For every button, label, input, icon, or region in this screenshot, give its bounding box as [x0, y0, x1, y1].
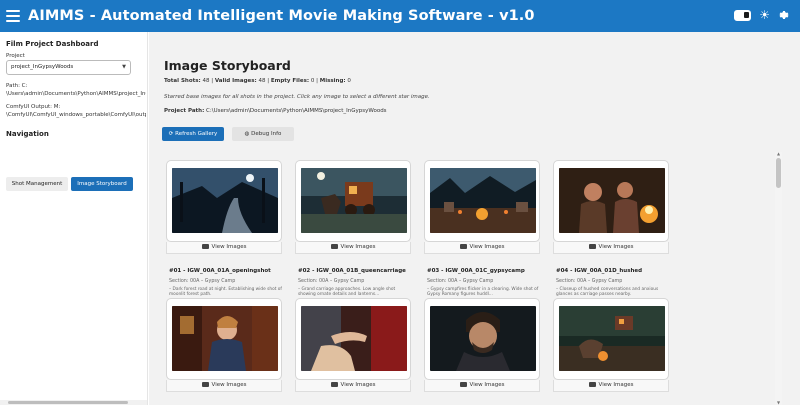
dashboard-title: Film Project Dashboard	[6, 40, 99, 48]
sidebar: Film Project Dashboard Project project_I…	[0, 32, 148, 405]
storyboard-hint: Starred base images for all shots in the…	[164, 94, 430, 100]
view-images-button[interactable]: View Images	[424, 380, 540, 392]
page-title: Image Storyboard	[164, 58, 291, 73]
shot-label: #01 - IGW_00A_01A_openingshot	[169, 268, 271, 274]
camera-icon	[459, 243, 467, 249]
sun-icon[interactable]: ☀	[759, 9, 770, 21]
view-images-button[interactable]: View Images	[553, 242, 669, 254]
project-select[interactable]: project_InGypsyWoods ▼	[6, 60, 131, 75]
main-content: Image Storyboard Total Shots: 48 | Valid…	[149, 32, 800, 405]
shot-management-button[interactable]: Shot Management	[6, 177, 68, 191]
shot-card-01[interactable]	[166, 160, 282, 242]
app-title: AIMMS - Automated Intelligent Movie Maki…	[28, 8, 535, 24]
view-images-button[interactable]: View Images	[424, 242, 540, 254]
shot-description: moonlit forest path.	[169, 292, 212, 297]
shot-thumbnail-carriage-with-horses[interactable]	[301, 168, 407, 233]
shot-description: Gypsy Romany figures huddl...	[427, 292, 493, 297]
chevron-down-icon: ▼	[122, 64, 126, 70]
camera-icon	[459, 381, 467, 387]
hamburger-icon[interactable]	[6, 10, 20, 22]
shot-thumbnail-hand-reaching-curtain[interactable]	[301, 306, 407, 371]
refresh-gallery-button[interactable]: ⟳ Refresh Gallery	[162, 127, 224, 141]
shot-card-07[interactable]	[424, 298, 540, 380]
project-label: Project	[6, 53, 25, 59]
shot-description: glances as carriage passes nearby.	[556, 292, 632, 297]
shot-label: #03 - IGW_00A_01C_gypsycamp	[427, 268, 525, 274]
shot-section: Section: 00A – Gypsy Camp	[556, 279, 623, 284]
shot-thumbnail-moonlit-forest-road[interactable]	[172, 168, 278, 233]
storyboard-stats: Total Shots: 48 | Valid Images: 48 | Emp…	[164, 78, 351, 84]
view-images-button[interactable]: View Images	[166, 380, 282, 392]
view-images-button[interactable]: View Images	[295, 242, 411, 254]
comfy-output-value: \ComfyUI\ComfyUI_windows_portable\ComfyU…	[6, 112, 146, 118]
app-bar: AIMMS - Automated Intelligent Movie Maki…	[0, 0, 800, 32]
debug-icon: ◍	[244, 131, 250, 137]
image-storyboard-button[interactable]: Image Storyboard	[71, 177, 133, 191]
shot-section: Section: 00A – Gypsy Camp	[298, 279, 365, 284]
navigation-title: Navigation	[6, 130, 49, 138]
camera-icon	[201, 381, 209, 387]
shot-label: #04 - IGW_00A_01D_hushed	[556, 268, 643, 274]
gallery-vertical-scrollbar[interactable]: ▲ ▼	[775, 152, 782, 405]
path-value: \Users\admin\Documents\Python\AIMMS\proj…	[6, 91, 146, 97]
debug-info-button[interactable]: ◍ Debug Info	[232, 127, 294, 141]
project-path: Project Path: C:\Users\admin\Documents\P…	[164, 108, 387, 114]
camera-icon	[330, 381, 338, 387]
camera-icon	[588, 243, 596, 249]
shot-card-05[interactable]	[166, 298, 282, 380]
shot-thumbnail-gypsy-campfire-clearing[interactable]	[430, 168, 536, 233]
project-select-value: project_InGypsyWoods	[11, 64, 74, 70]
view-images-button[interactable]: View Images	[553, 380, 669, 392]
shot-description: showing ornate details and lanterns...	[298, 292, 380, 297]
camera-icon	[330, 243, 338, 249]
theme-toggle[interactable]	[734, 9, 752, 21]
shot-card-04[interactable]	[553, 160, 669, 242]
camera-icon	[588, 381, 596, 387]
shot-section: Section: 00A – Gypsy Camp	[169, 279, 236, 284]
view-images-button[interactable]: View Images	[166, 242, 282, 254]
gear-icon[interactable]	[778, 9, 790, 21]
scrollbar-thumb[interactable]	[776, 158, 781, 188]
path-label: Path: C:	[6, 83, 28, 89]
scroll-up-icon[interactable]: ▲	[776, 152, 781, 156]
shot-thumbnail-women-by-fire[interactable]	[559, 168, 665, 233]
shot-thumbnail-campfire-with-carriage[interactable]	[559, 306, 665, 371]
shot-section: Section: 00A – Gypsy Camp	[427, 279, 494, 284]
camera-icon	[201, 243, 209, 249]
view-images-button[interactable]: View Images	[295, 380, 411, 392]
refresh-icon: ⟳	[168, 131, 174, 137]
scroll-down-icon[interactable]: ▼	[776, 401, 781, 405]
shot-card-08[interactable]	[553, 298, 669, 380]
shot-card-06[interactable]	[295, 298, 411, 380]
shot-label: #02 - IGW_00A_01B_queencarriage	[298, 268, 406, 274]
shot-card-02[interactable]	[295, 160, 411, 242]
shot-thumbnail-noblewoman-in-carriage[interactable]	[172, 306, 278, 371]
shot-card-03[interactable]	[424, 160, 540, 242]
comfy-output-label: ComfyUI Output: M:	[6, 104, 61, 110]
sidebar-horizontal-scrollbar[interactable]	[0, 400, 147, 405]
shot-thumbnail-man-portrait[interactable]	[430, 306, 536, 371]
